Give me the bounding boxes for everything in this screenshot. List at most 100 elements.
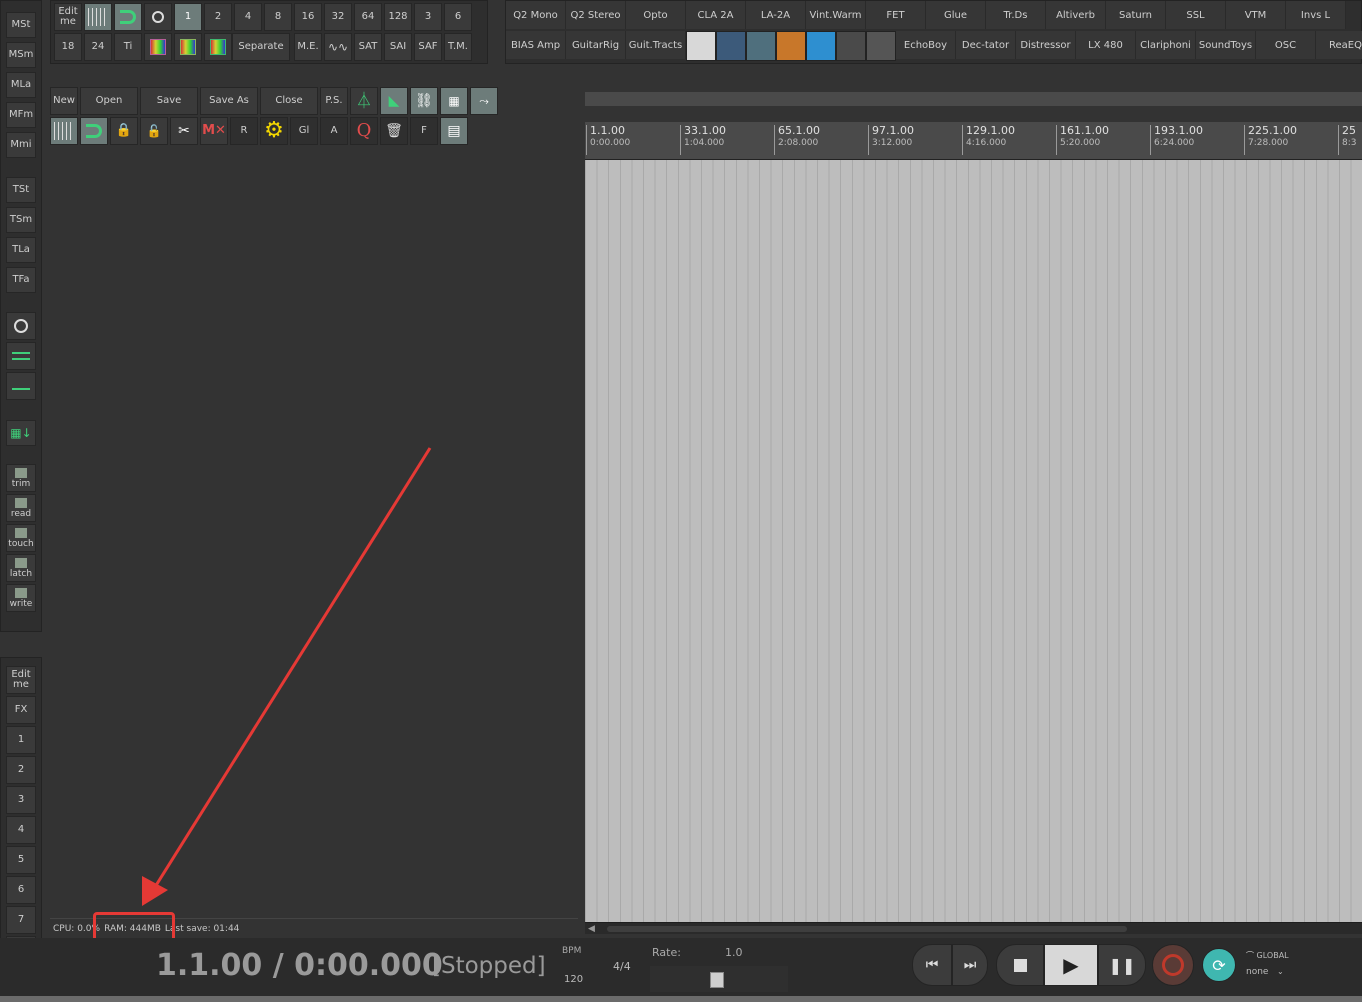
- grid-select-button[interactable]: ▦: [440, 87, 468, 115]
- clock-lock-button[interactable]: [6, 312, 36, 340]
- fx-4-button[interactable]: CLA 2A: [686, 1, 746, 29]
- fx-left-3-button[interactable]: Guit.Tracts: [626, 31, 686, 59]
- fx-right-4-button[interactable]: LX 480: [1076, 31, 1136, 59]
- lock-envelopes-button[interactable]: 🔓: [140, 117, 168, 145]
- bpm-value[interactable]: 120: [564, 974, 583, 985]
- open-button[interactable]: Open: [80, 87, 138, 115]
- auto-crossfade-button[interactable]: ◣: [380, 87, 408, 115]
- lock-single-button[interactable]: [6, 372, 36, 400]
- toolbar-row2-1-button[interactable]: 18: [54, 33, 82, 61]
- go-start-button[interactable]: ⏮: [912, 944, 952, 986]
- automation-touch-button[interactable]: touch: [6, 524, 36, 552]
- fx-3-button[interactable]: Opto: [626, 1, 686, 29]
- loop-button[interactable]: ⟳: [1202, 948, 1236, 982]
- sidebar-lower-1-button[interactable]: Edit me: [6, 666, 36, 694]
- time-signature[interactable]: 4/4: [613, 960, 631, 973]
- ripple-button[interactable]: ⛓: [410, 87, 438, 115]
- save-button[interactable]: Save: [140, 87, 198, 115]
- fx-right-6-button[interactable]: SoundToys: [1196, 31, 1256, 59]
- fx-10-button[interactable]: Altiverb: [1046, 1, 1106, 29]
- grid-division-7-button[interactable]: 64: [354, 3, 382, 31]
- fx-1-button[interactable]: Q2 Mono: [506, 1, 566, 29]
- envelope-button[interactable]: ⤳: [470, 87, 498, 115]
- automation-read-button[interactable]: read: [6, 494, 36, 522]
- waveform-button[interactable]: ∿∿: [324, 33, 352, 61]
- grid-division-3-button[interactable]: 4: [234, 3, 262, 31]
- plugin-thumb-3-icon[interactable]: [746, 31, 776, 61]
- ps-button[interactable]: P.S.: [320, 87, 348, 115]
- save-as-button[interactable]: Save As: [200, 87, 258, 115]
- sidebar-lower-8-button[interactable]: 6: [6, 876, 36, 904]
- toolbar-row2-5-button[interactable]: M.E.: [294, 33, 322, 61]
- record-button[interactable]: [1152, 944, 1194, 986]
- fx-14-button[interactable]: Invs L: [1286, 1, 1346, 29]
- automation-write-button[interactable]: write: [6, 584, 36, 612]
- grid-division-8-button[interactable]: 128: [384, 3, 412, 31]
- sidebar-mla-button[interactable]: MLa: [6, 72, 36, 98]
- quantize-button[interactable]: Q: [350, 117, 378, 145]
- sidebar-lower-4-button[interactable]: 2: [6, 756, 36, 784]
- grid-division-5-button[interactable]: 16: [294, 3, 322, 31]
- split-button[interactable]: ✂: [170, 117, 198, 145]
- sidebar-lower-5-button[interactable]: 3: [6, 786, 36, 814]
- sidebar-mmi-button[interactable]: Mmi: [6, 132, 36, 158]
- fx-right-1-button[interactable]: EchoBoy: [896, 31, 956, 59]
- f-button[interactable]: F: [410, 117, 438, 145]
- toolbar-row2-2-button[interactable]: 24: [84, 33, 112, 61]
- sidebar-mst-button[interactable]: MSt: [6, 12, 36, 38]
- fx-left-2-button[interactable]: GuitarRig: [566, 31, 626, 59]
- plugin-thumb-4-icon[interactable]: [776, 31, 806, 61]
- lock-pair-button[interactable]: [6, 342, 36, 370]
- sidebar-lower-3-button[interactable]: 1: [6, 726, 36, 754]
- scroll-thumb[interactable]: [607, 926, 1127, 932]
- trash-button[interactable]: 🗑: [380, 117, 408, 145]
- a-button[interactable]: A: [320, 117, 348, 145]
- grid-toggle-button[interactable]: [84, 3, 112, 31]
- toolbar-row2-6-button[interactable]: SAT: [354, 33, 382, 61]
- grid-toggle-2-button[interactable]: [50, 117, 78, 145]
- grid-division-10-button[interactable]: 6: [444, 3, 472, 31]
- rate-slider[interactable]: [650, 966, 788, 992]
- grid-division-9-button[interactable]: 3: [414, 3, 442, 31]
- pause-button[interactable]: ❚❚: [1098, 944, 1146, 986]
- timeline-ruler[interactable]: 1.1.00 0:00.000 33.1.00 1:04.000 65.1.00 2:08…: [585, 122, 1362, 160]
- plugin-thumb-1-icon[interactable]: [686, 31, 716, 61]
- arrange-view[interactable]: [585, 160, 1362, 922]
- sidebar-msm-button[interactable]: MSm: [6, 42, 36, 68]
- edit-me-button[interactable]: Edit me: [54, 3, 82, 31]
- sidebar-tfa-button[interactable]: TFa: [6, 267, 36, 293]
- fx-5-button[interactable]: LA-2A: [746, 1, 806, 29]
- stop-button[interactable]: [996, 944, 1044, 986]
- fx-11-button[interactable]: Saturn: [1106, 1, 1166, 29]
- gl-button[interactable]: Gl: [290, 117, 318, 145]
- routing-button[interactable]: [204, 33, 232, 61]
- color-button[interactable]: [174, 33, 202, 61]
- snap-toggle-2-button[interactable]: [80, 117, 108, 145]
- sidebar-lower-2-button[interactable]: FX: [6, 696, 36, 724]
- close-button[interactable]: Close: [260, 87, 318, 115]
- settings-button[interactable]: ⚙: [260, 117, 288, 145]
- fx-left-1-button[interactable]: BIAS Amp: [506, 31, 566, 59]
- r-button[interactable]: R: [230, 117, 258, 145]
- spectrum-button[interactable]: [144, 33, 172, 61]
- grid-division-6-button[interactable]: 32: [324, 3, 352, 31]
- fx-9-button[interactable]: Tr.Ds: [986, 1, 1046, 29]
- plugin-thumb-5-icon[interactable]: [806, 31, 836, 61]
- new-button[interactable]: New: [50, 87, 78, 115]
- fx-2-button[interactable]: Q2 Stereo: [566, 1, 626, 29]
- fx-right-5-button[interactable]: Clariphoni: [1136, 31, 1196, 59]
- rate-slider-handle[interactable]: [710, 972, 724, 988]
- scroll-left-icon[interactable]: ◀: [588, 924, 595, 934]
- global-automation[interactable]: ⌒ GLOBAL none ⌄: [1246, 950, 1298, 982]
- grid-division-1-button[interactable]: 1: [174, 3, 202, 31]
- automation-latch-button[interactable]: latch: [6, 554, 36, 582]
- sidebar-tsm-button[interactable]: TSm: [6, 207, 36, 233]
- mixer-arrow-button[interactable]: ▦↓: [6, 420, 36, 446]
- fx-12-button[interactable]: SSL: [1166, 1, 1226, 29]
- plugin-thumb-7-icon[interactable]: [866, 31, 896, 61]
- sidebar-lower-7-button[interactable]: 5: [6, 846, 36, 874]
- snap-toggle-button[interactable]: [114, 3, 142, 31]
- fx-6-button[interactable]: Vint.Warm: [806, 1, 866, 29]
- zoom-button[interactable]: [144, 3, 172, 31]
- toolbar-row2-8-button[interactable]: SAF: [414, 33, 442, 61]
